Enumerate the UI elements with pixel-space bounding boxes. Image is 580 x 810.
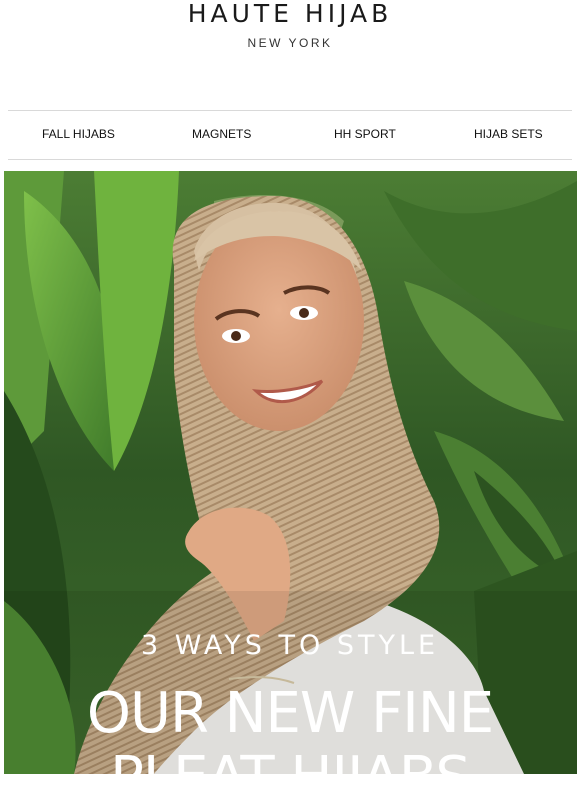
hero-subtitle: 3 WAYS TO STYLE [140, 630, 440, 661]
category-nav: FALL HIJABS MAGNETS HH SPORT HIJAB SETS [8, 110, 572, 160]
nav-item-fall-hijabs[interactable]: FALL HIJABS [42, 111, 115, 159]
nav-item-magnets[interactable]: MAGNETS [192, 111, 251, 159]
brand-logo[interactable]: HAUTE HIJAB [0, 0, 580, 28]
hero-title-line2: PLEAT HIJABS [110, 745, 471, 810]
brand-tagline: NEW YORK [247, 36, 333, 50]
nav-item-hijab-sets[interactable]: HIJAB SETS [474, 111, 543, 159]
hero-title-line1: OUR NEW FINE [86, 681, 494, 746]
nav-item-hh-sport[interactable]: HH SPORT [334, 111, 396, 159]
email-header: HAUTE HIJAB NEW YORK [0, 0, 580, 60]
